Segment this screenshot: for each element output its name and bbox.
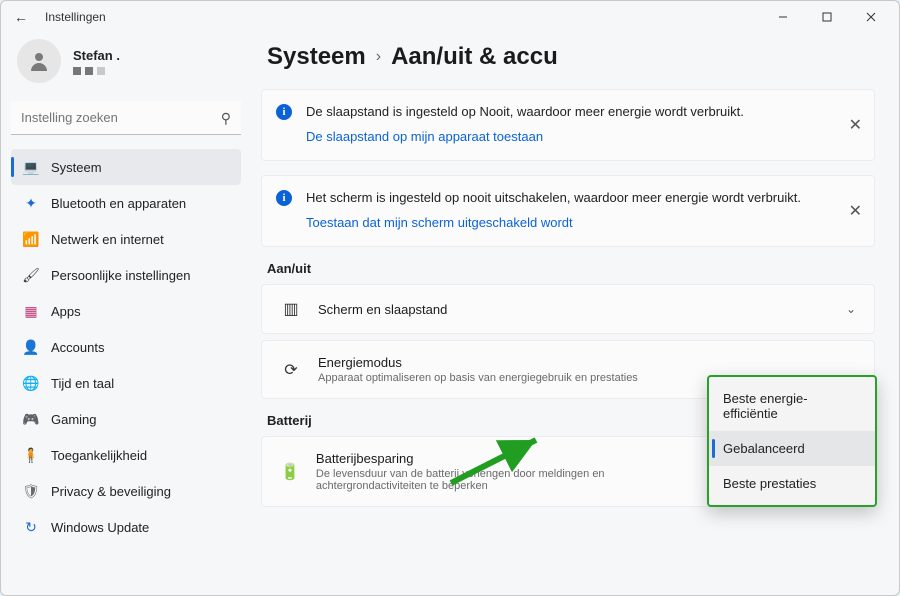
sidebar-item-label: Tijd en taal (51, 376, 114, 391)
sidebar-item-label: Systeem (51, 160, 102, 175)
sidebar-item-gaming[interactable]: 🎮 Gaming (11, 401, 241, 437)
section-label-power: Aan/uit (267, 261, 875, 276)
apps-icon: ▦ (23, 303, 39, 319)
window-title: Instellingen (45, 10, 106, 24)
sidebar-item-windows-update[interactable]: ↻ Windows Update (11, 509, 241, 545)
sidebar-item-label: Privacy & beveiliging (51, 484, 171, 499)
sidebar-item-label: Windows Update (51, 520, 149, 535)
info-icon: i (276, 190, 292, 206)
minimize-button[interactable] (761, 1, 805, 33)
card-title: Energiemodus (318, 355, 638, 370)
sidebar-item-label: Gaming (51, 412, 97, 427)
battery-icon: 🔋 (280, 462, 300, 482)
tip-screen: i Het scherm is ingesteld op nooit uitsc… (261, 175, 875, 247)
maximize-button[interactable] (805, 1, 849, 33)
tip-message: Het scherm is ingesteld op nooit uitscha… (306, 190, 828, 205)
tip-sleep: i De slaapstand is ingesteld op Nooit, w… (261, 89, 875, 161)
profile-block[interactable]: Stefan . (11, 33, 241, 97)
shield-icon: 🛡 (23, 483, 39, 499)
sidebar: Stefan . ⚲ 💻 Systeem ✦ Bluetooth en appa… (1, 33, 251, 595)
settings-window: ← Instellingen Stefan . ⚲ (0, 0, 900, 596)
dropdown-option-best-performance[interactable]: Beste prestaties (709, 466, 875, 501)
sidebar-item-label: Netwerk en internet (51, 232, 164, 247)
dropdown-option-best-efficiency[interactable]: Beste energie-efficiëntie (709, 381, 875, 431)
tip-message: De slaapstand is ingesteld op Nooit, waa… (306, 104, 828, 119)
breadcrumb-root[interactable]: Systeem (267, 43, 366, 71)
tip-close-button[interactable]: ✕ (849, 201, 862, 221)
card-subtitle: De levensduur van de batterij verlengen … (316, 468, 697, 492)
sidebar-item-privacy[interactable]: 🛡 Privacy & beveiliging (11, 473, 241, 509)
chevron-right-icon: › (376, 48, 381, 66)
nav-list: 💻 Systeem ✦ Bluetooth en apparaten 📶 Net… (11, 149, 241, 545)
globe-icon: 🌐 (23, 375, 39, 391)
tip-link-allow-sleep[interactable]: De slaapstand op mijn apparaat toestaan (306, 129, 543, 144)
energy-mode-dropdown[interactable]: Beste energie-efficiëntie Gebalanceerd B… (707, 375, 877, 507)
sidebar-item-accounts[interactable]: 👤 Accounts (11, 329, 241, 365)
sidebar-item-label: Toegankelijkheid (51, 448, 147, 463)
sidebar-item-apps[interactable]: ▦ Apps (11, 293, 241, 329)
card-screen-sleep[interactable]: ▥ Scherm en slaapstand ⌄ (261, 284, 875, 334)
tip-close-button[interactable]: ✕ (849, 115, 862, 135)
account-icon: 👤 (23, 339, 39, 355)
breadcrumb: Systeem › Aan/uit & accu (267, 43, 875, 71)
avatar (17, 39, 61, 83)
sidebar-item-time[interactable]: 🌐 Tijd en taal (11, 365, 241, 401)
profile-sub-icons (73, 67, 120, 75)
sidebar-item-personalisation[interactable]: 🖌 Persoonlijke instellingen (11, 257, 241, 293)
search-input[interactable] (11, 101, 241, 135)
card-title: Scherm en slaapstand (318, 302, 447, 317)
sidebar-item-label: Apps (51, 304, 81, 319)
close-button[interactable] (849, 1, 893, 33)
wifi-icon: 📶 (23, 231, 39, 247)
gaming-icon: 🎮 (23, 411, 39, 427)
bluetooth-icon: ✦ (23, 195, 39, 211)
chevron-down-icon: ⌄ (846, 302, 856, 316)
sidebar-item-accessibility[interactable]: 🧍 Toegankelijkheid (11, 437, 241, 473)
back-button[interactable]: ← (7, 9, 35, 25)
info-icon: i (276, 104, 292, 120)
card-title: Batterijbesparing (316, 451, 697, 466)
search-box[interactable]: ⚲ (11, 101, 241, 135)
sidebar-item-label: Bluetooth en apparaten (51, 196, 186, 211)
main-content: Systeem › Aan/uit & accu i De slaapstand… (251, 33, 899, 595)
card-subtitle: Apparaat optimaliseren op basis van ener… (318, 372, 638, 384)
accessibility-icon: 🧍 (23, 447, 39, 463)
profile-name: Stefan . (73, 48, 120, 63)
update-icon: ↻ (23, 519, 39, 535)
sidebar-item-label: Accounts (51, 340, 104, 355)
sidebar-item-bluetooth[interactable]: ✦ Bluetooth en apparaten (11, 185, 241, 221)
gauge-icon: ⟳ (280, 360, 302, 380)
tip-link-allow-screen-off[interactable]: Toestaan dat mijn scherm uitgeschakeld w… (306, 215, 573, 230)
screen-icon: ▥ (280, 299, 302, 319)
sidebar-item-systeem[interactable]: 💻 Systeem (11, 149, 241, 185)
dropdown-option-balanced[interactable]: Gebalanceerd (709, 431, 875, 466)
search-icon: ⚲ (221, 110, 231, 127)
system-icon: 💻 (23, 159, 39, 175)
brush-icon: 🖌 (23, 267, 39, 283)
page-title: Aan/uit & accu (391, 43, 558, 71)
sidebar-item-network[interactable]: 📶 Netwerk en internet (11, 221, 241, 257)
sidebar-item-label: Persoonlijke instellingen (51, 268, 190, 283)
titlebar: ← Instellingen (1, 1, 899, 33)
